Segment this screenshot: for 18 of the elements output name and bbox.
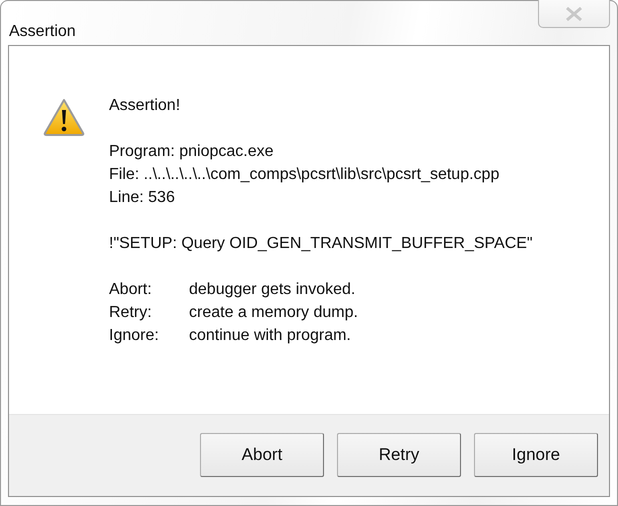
assertion-expression: !"SETUP: Query OID_GEN_TRANSMIT_BUFFER_SPACE" [109,234,533,254]
warning-icon [43,98,85,136]
dialog-button[interactable]: Retry [337,432,461,476]
option-description: create a memory dump. [189,303,358,323]
dialog-button[interactable]: Abort [200,432,324,476]
close-icon [565,6,583,20]
option-label: Ignore: [109,326,160,346]
detail-line: File: ..\..\..\..\..\com_comps\pcsrt\lib\src\pcsrt_setup.cpp [109,165,500,185]
option-description: debugger gets invoked. [189,280,356,300]
message-heading: Assertion! [109,96,182,116]
window-title: Assertion [9,23,76,41]
detail-line: Line: 536 [109,188,176,208]
dialog-button[interactable]: Ignore [474,432,598,476]
close-button[interactable] [538,0,610,28]
option-label: Retry: [109,303,153,323]
option-label: Abort: [109,280,153,300]
detail-line: Program: pniopcac.exe [109,142,275,162]
option-description: continue with program. [189,326,351,346]
